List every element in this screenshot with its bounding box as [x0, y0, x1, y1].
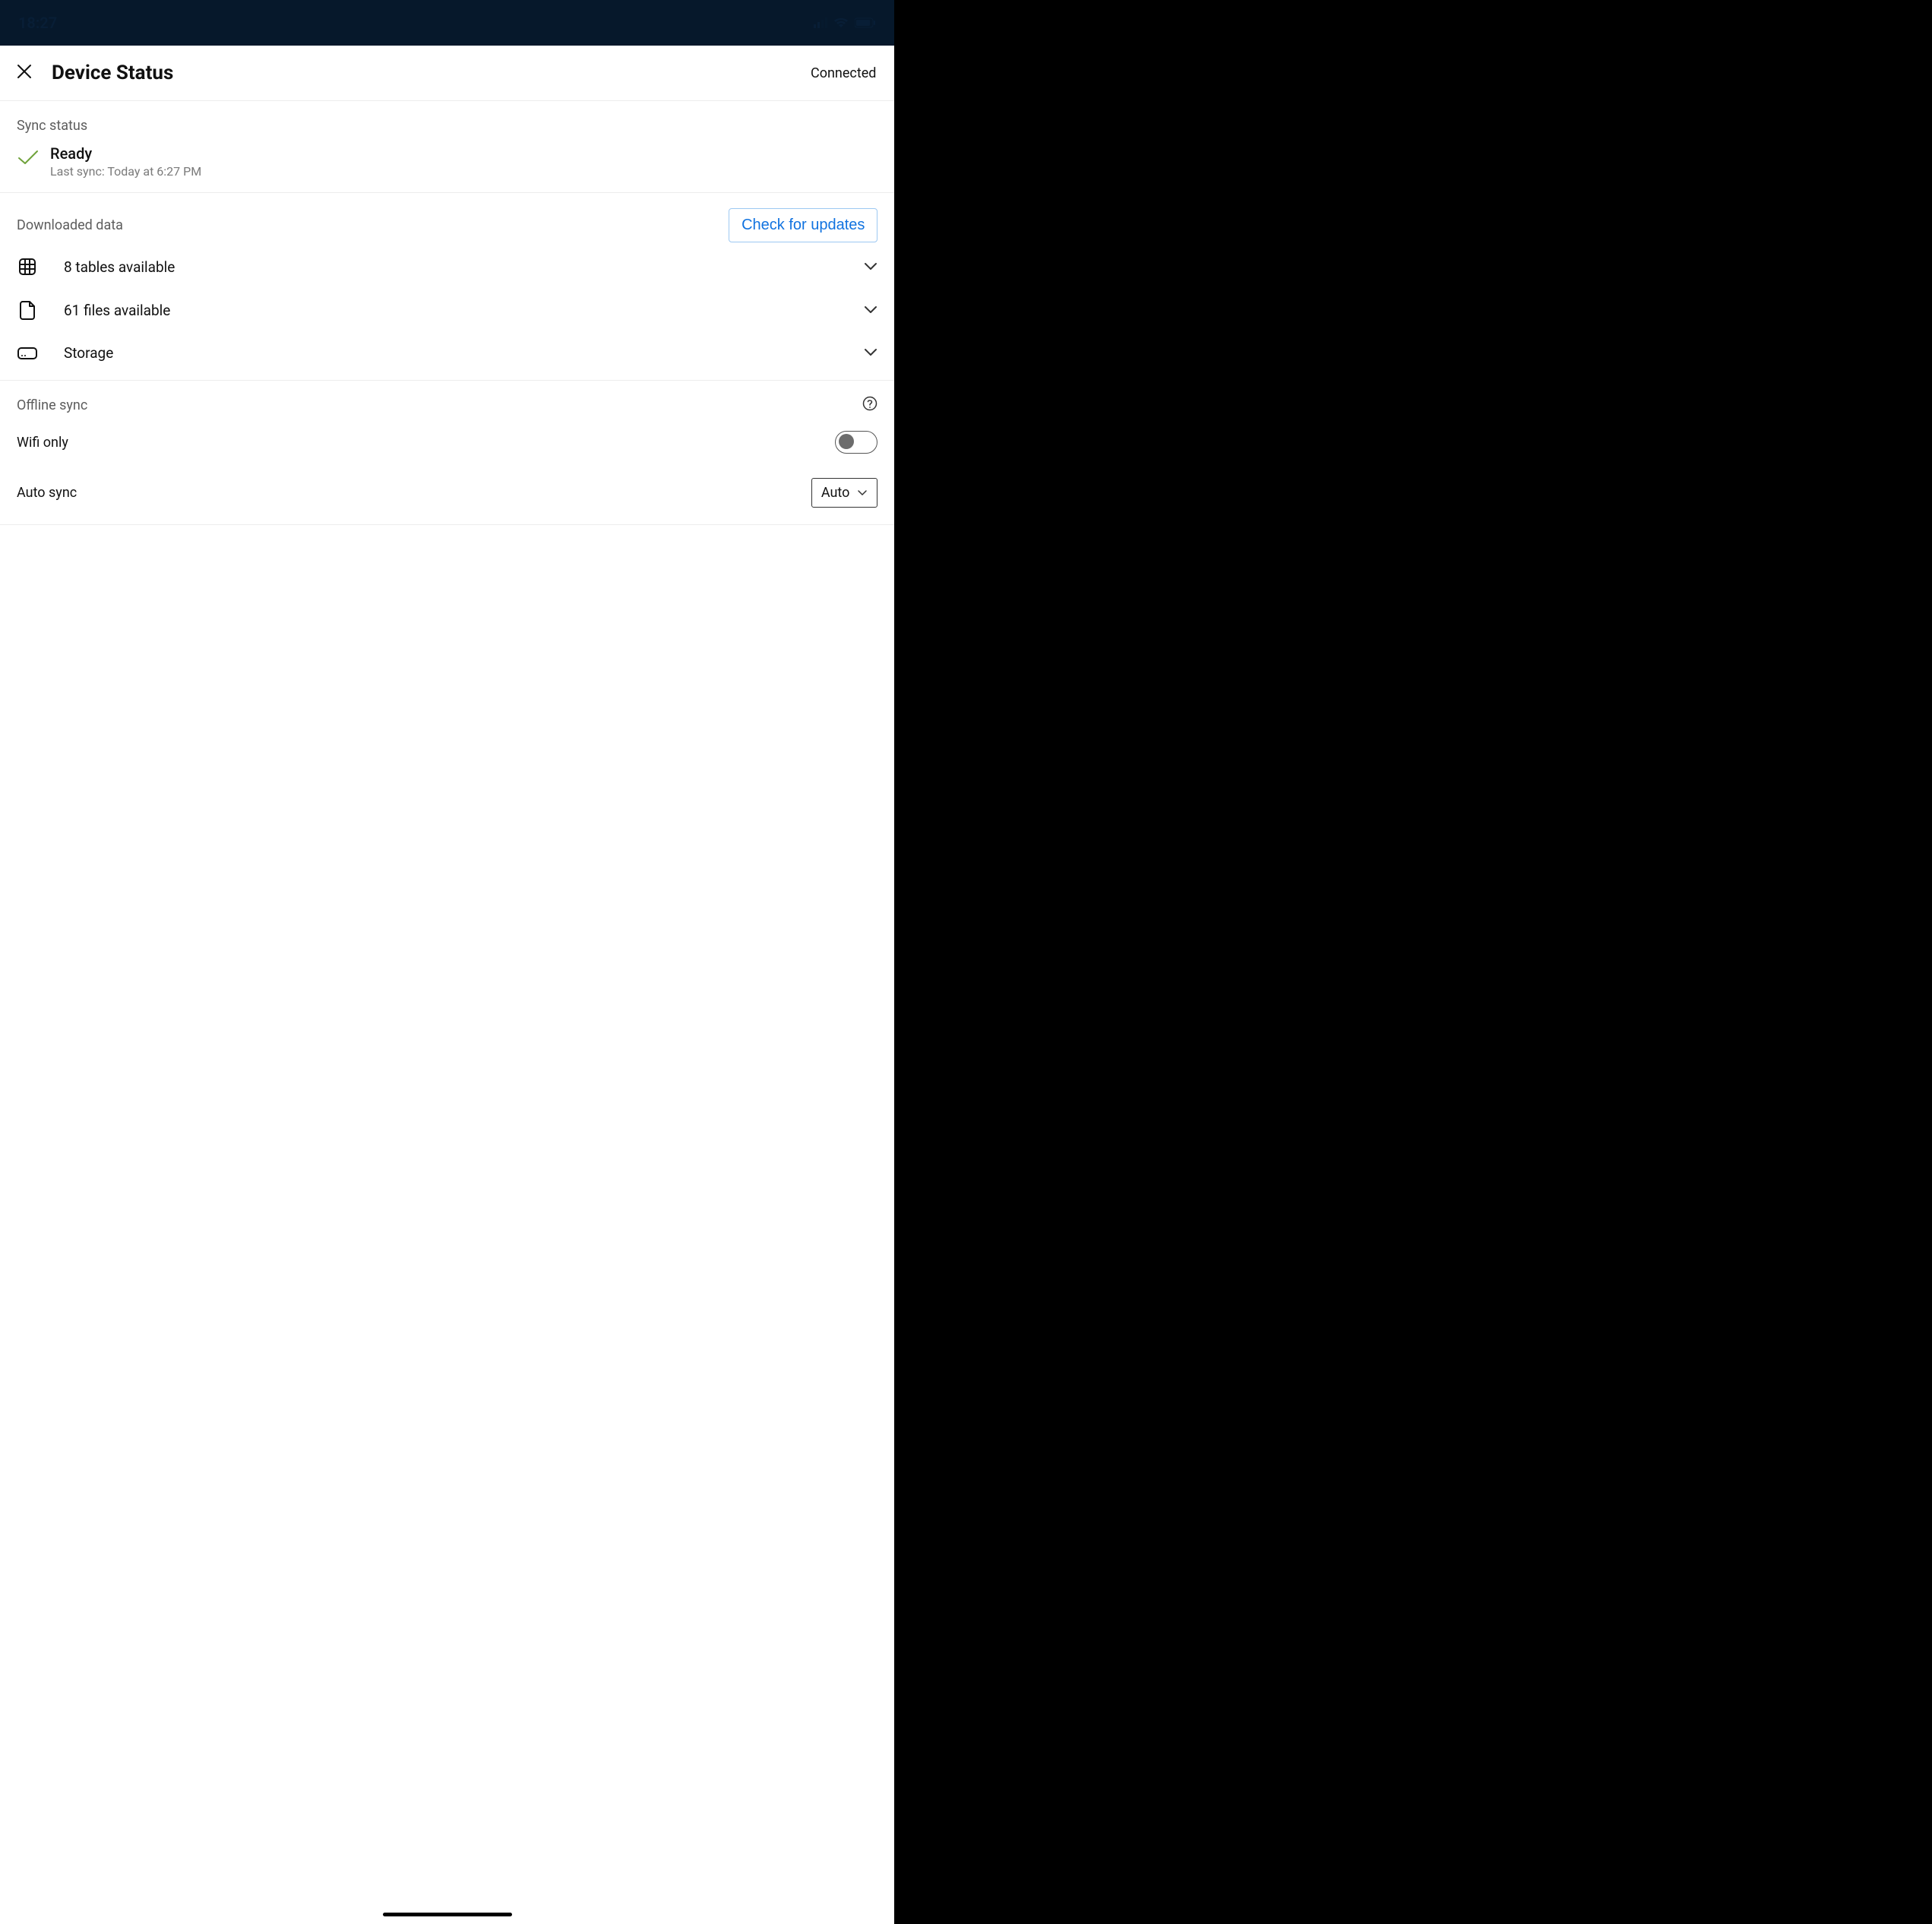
chevron-down-icon — [857, 485, 868, 501]
help-button[interactable] — [862, 396, 877, 414]
auto-sync-row: Auto sync Auto — [0, 466, 894, 520]
tables-row[interactable]: 8 tables available — [0, 245, 894, 288]
files-row[interactable]: 61 files available — [0, 288, 894, 332]
check-for-updates-button[interactable]: Check for updates — [729, 208, 877, 242]
sync-status-section-label: Sync status — [0, 101, 894, 138]
toggle-knob — [839, 434, 854, 449]
wifi-only-label: Wifi only — [17, 435, 68, 451]
downloaded-data-section-label: Downloaded data — [17, 217, 123, 233]
storage-label: Storage — [64, 344, 838, 362]
chevron-down-icon — [864, 303, 877, 318]
checkmark-icon — [17, 149, 40, 169]
battery-icon — [855, 17, 876, 28]
tables-label: 8 tables available — [64, 258, 838, 276]
device-status-panel: 18:27 Device Status Connected Sync statu… — [0, 0, 894, 1924]
file-icon — [17, 300, 38, 320]
status-bar: 18:27 — [0, 0, 894, 46]
home-indicator[interactable] — [383, 1913, 512, 1916]
empty-area — [894, 0, 1932, 1924]
offline-sync-header: Offline sync — [0, 381, 894, 419]
grid-icon — [17, 258, 38, 276]
offline-sync-settings: Wifi only Auto sync Auto — [0, 419, 894, 525]
status-bar-time: 18:27 — [18, 14, 57, 32]
auto-sync-value: Auto — [821, 485, 850, 501]
offline-sync-section-label: Offline sync — [17, 397, 87, 413]
help-icon — [862, 400, 877, 414]
chevron-down-icon — [864, 260, 877, 274]
page-title: Device Status — [52, 62, 811, 84]
last-sync-text: Last sync: Today at 6:27 PM — [50, 164, 201, 179]
chevron-down-icon — [864, 346, 877, 360]
files-label: 61 files available — [64, 302, 838, 319]
status-bar-icons — [814, 17, 876, 28]
cellular-icon — [814, 17, 827, 28]
connection-status: Connected — [811, 65, 876, 81]
sync-status-value: Ready — [50, 144, 201, 163]
wifi-only-toggle[interactable] — [835, 431, 877, 454]
downloaded-data-list: 8 tables available 61 files available St… — [0, 245, 894, 381]
auto-sync-label: Auto sync — [17, 485, 77, 501]
storage-icon — [17, 347, 38, 360]
downloaded-data-header: Downloaded data Check for updates — [0, 193, 894, 245]
wifi-only-row: Wifi only — [0, 419, 894, 466]
close-icon — [17, 64, 32, 82]
sync-status-row: Ready Last sync: Today at 6:27 PM — [0, 138, 894, 193]
wifi-icon — [833, 17, 849, 28]
close-button[interactable] — [12, 61, 36, 85]
auto-sync-select[interactable]: Auto — [811, 478, 878, 508]
storage-row[interactable]: Storage — [0, 332, 894, 374]
page-header: Device Status Connected — [0, 46, 894, 101]
